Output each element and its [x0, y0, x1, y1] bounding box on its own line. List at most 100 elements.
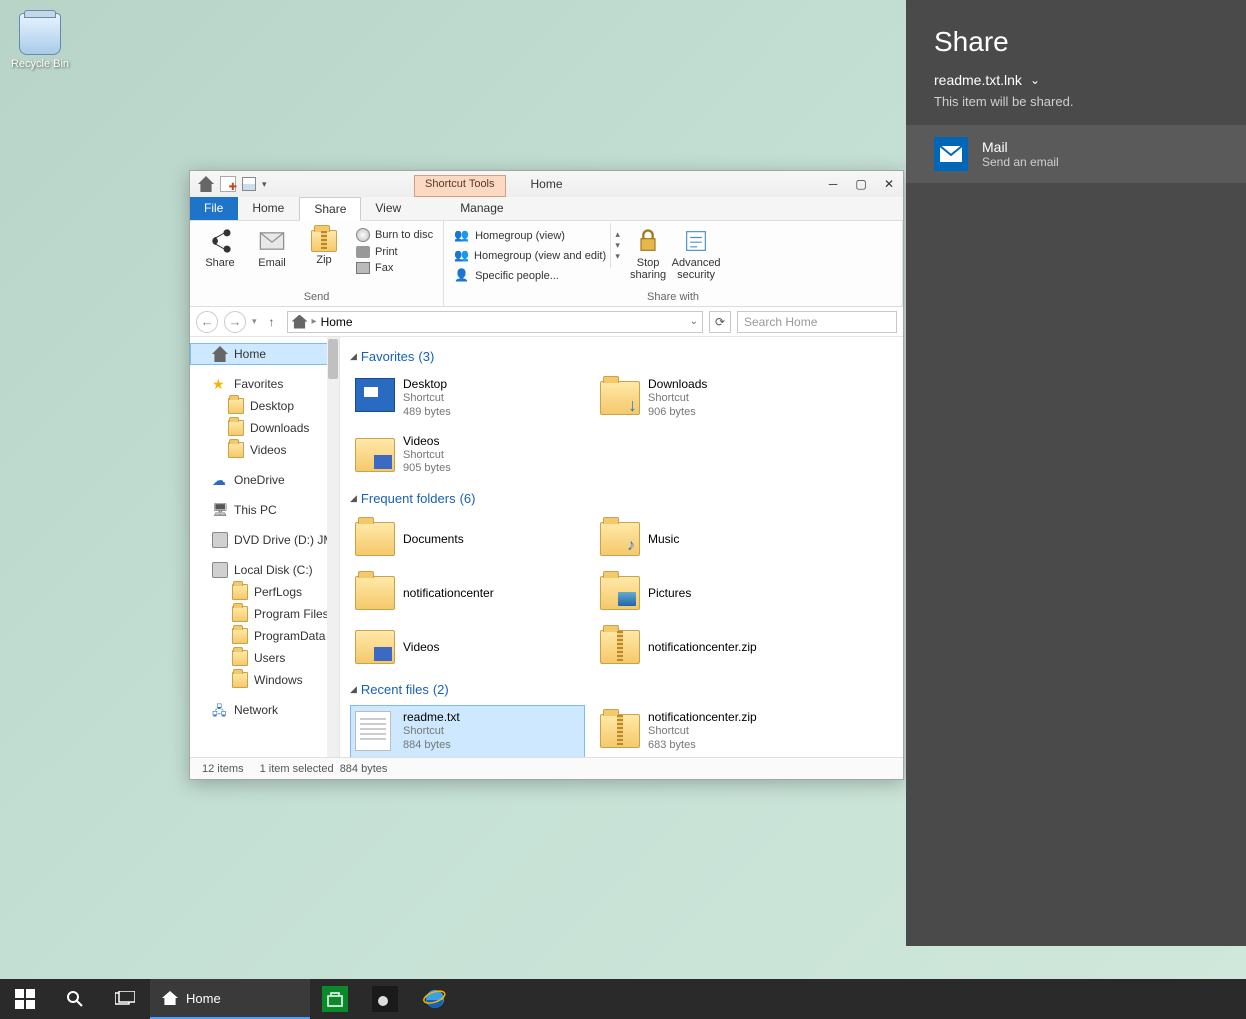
nav-scrollbar[interactable] [327, 337, 339, 757]
file-item[interactable]: DesktopShortcut489 bytes [350, 372, 585, 425]
nav-localdisk[interactable]: Local Disk (C:) [190, 559, 339, 581]
nav-thispc[interactable]: 🖥This PC [190, 499, 339, 521]
nav-fav-videos[interactable]: Videos [190, 439, 339, 461]
taskbar: Home [0, 979, 1246, 1019]
ribbon-homegroup-view[interactable]: 👥Homegroup (view) [450, 227, 610, 245]
minimize-button[interactable]: ─ [819, 174, 847, 194]
ribbon-homegroup-edit[interactable]: 👥Homegroup (view and edit) [450, 247, 610, 265]
nav-fav-desktop[interactable]: Desktop [190, 395, 339, 417]
recycle-bin[interactable]: Recycle Bin [10, 13, 70, 70]
file-item[interactable]: Music [595, 514, 830, 564]
qat-dropdown-icon[interactable]: ▾ [262, 179, 267, 190]
security-icon [682, 227, 710, 255]
refresh-button[interactable]: ⟳ [709, 311, 731, 333]
ribbon-fax-button[interactable]: Fax [352, 261, 437, 275]
ribbon-group-sharewith: 👥Homegroup (view) 👥Homegroup (view and e… [444, 221, 903, 306]
file-item[interactable]: notificationcenter.zip [595, 622, 830, 672]
nav-dvd[interactable]: DVD Drive (D:) JM [190, 529, 339, 551]
folder-icon [355, 576, 395, 610]
breadcrumb-home[interactable]: Home [321, 315, 353, 329]
file-item[interactable]: DownloadsShortcut906 bytes [595, 372, 830, 425]
nav-back-button[interactable]: ← [196, 311, 218, 333]
file-type: Shortcut [648, 392, 707, 406]
store-icon [322, 986, 348, 1012]
file-type: Shortcut [403, 449, 451, 463]
mail-icon [934, 137, 968, 171]
taskbar-pin-ie[interactable] [410, 979, 460, 1019]
properties-icon[interactable] [242, 177, 256, 191]
close-button[interactable]: ✕ [875, 174, 903, 194]
ribbon-email-button[interactable]: Email [248, 223, 296, 269]
sharewith-dropdown[interactable]: ▴▾▾ [610, 223, 624, 268]
folder-icon [228, 398, 244, 414]
address-bar[interactable]: ▸ Home ⌄ [287, 311, 703, 333]
nav-forward-button[interactable]: → [224, 311, 246, 333]
section-recent-header[interactable]: ◢Recent files (2) [350, 682, 893, 697]
file-item[interactable]: Documents [350, 514, 585, 564]
share-target-mail[interactable]: Mail Send an email [906, 125, 1246, 183]
nav-c-perflogs[interactable]: PerfLogs [190, 581, 339, 603]
navigation-pane: Home ★Favorites Desktop Downloads Videos… [190, 337, 340, 757]
start-button[interactable] [0, 979, 50, 1019]
ribbon-print-button[interactable]: Print [352, 245, 437, 259]
nav-c-programdata[interactable]: ProgramData [190, 625, 339, 647]
nav-c-users[interactable]: Users [190, 647, 339, 669]
nav-onedrive[interactable]: ☁OneDrive [190, 469, 339, 491]
taskbar-pin-store[interactable] [310, 979, 360, 1019]
file-name: Pictures [648, 586, 691, 601]
ribbon-advanced-security[interactable]: Advanced security [672, 223, 720, 281]
ribbon-share-button[interactable]: Share [196, 223, 244, 269]
file-item[interactable]: readme.txtShortcut884 bytes [350, 705, 585, 757]
ribbon-stop-sharing[interactable]: Stop sharing [624, 223, 672, 281]
home-icon[interactable] [198, 176, 214, 192]
address-dropdown-icon[interactable]: ⌄ [690, 316, 698, 327]
context-tab-shortcut-tools[interactable]: Shortcut Tools [414, 175, 506, 197]
section-frequent-header[interactable]: ◢Frequent folders (6) [350, 491, 893, 506]
video-folder-icon [355, 630, 395, 664]
section-favorites-header[interactable]: ◢Favorites (3) [350, 349, 893, 364]
nav-up-button[interactable]: ↑ [263, 313, 281, 331]
titlebar[interactable]: ✚ ▾ Shortcut Tools Home ─ ▢ ✕ [190, 171, 903, 197]
quick-access-toolbar: ✚ ▾ [190, 176, 267, 192]
taskbar-pin-app[interactable] [360, 979, 410, 1019]
status-selected: 1 item selected 884 bytes [260, 763, 388, 775]
file-item[interactable]: Videos [350, 622, 585, 672]
file-name: notificationcenter.zip [648, 640, 757, 655]
ribbon-zip-button[interactable]: Zip [300, 223, 348, 266]
search-button[interactable] [50, 979, 100, 1019]
share-file-selector[interactable]: readme.txt.lnk ⌄ [906, 72, 1246, 94]
ribbon-burn-button[interactable]: Burn to disc [352, 227, 437, 243]
tab-file[interactable]: File [190, 197, 238, 220]
file-item[interactable]: Pictures [595, 568, 830, 618]
taskview-button[interactable] [100, 979, 150, 1019]
file-item[interactable]: notificationcenter.zipShortcut683 bytes [595, 705, 830, 757]
people-icon: 👥 [454, 248, 469, 264]
file-item[interactable]: notificationcenter [350, 568, 585, 618]
nav-favorites[interactable]: ★Favorites [190, 373, 339, 395]
new-doc-icon[interactable]: ✚ [220, 176, 236, 192]
tab-home[interactable]: Home [238, 197, 299, 220]
maximize-button[interactable]: ▢ [847, 174, 875, 194]
home-icon [212, 346, 228, 362]
tab-share[interactable]: Share [299, 197, 361, 221]
breadcrumb-sep[interactable]: ▸ [312, 316, 317, 327]
nav-home[interactable]: Home [190, 343, 339, 365]
file-item[interactable]: VideosShortcut905 bytes [350, 429, 585, 482]
nav-network[interactable]: 🖧Network [190, 699, 339, 721]
ribbon-specific-people[interactable]: 👤Specific people... [450, 267, 610, 285]
tab-view[interactable]: View [361, 197, 416, 220]
folder-icon [600, 522, 640, 556]
file-type: Shortcut [403, 725, 460, 739]
scrollbar-thumb[interactable] [328, 339, 338, 379]
nav-recent-dropdown[interactable]: ▾ [252, 316, 257, 327]
fax-icon [356, 262, 370, 274]
app-icon [372, 986, 398, 1012]
tab-manage[interactable]: Manage [446, 197, 518, 220]
address-bar-row: ← → ▾ ↑ ▸ Home ⌄ ⟳ Search Home [190, 307, 903, 337]
person-icon: 👤 [454, 268, 470, 284]
nav-c-windows[interactable]: Windows [190, 669, 339, 691]
nav-fav-downloads[interactable]: Downloads [190, 417, 339, 439]
taskbar-app-explorer[interactable]: Home [150, 979, 310, 1019]
nav-c-programfiles[interactable]: Program Files [190, 603, 339, 625]
search-input[interactable]: Search Home [737, 311, 897, 333]
